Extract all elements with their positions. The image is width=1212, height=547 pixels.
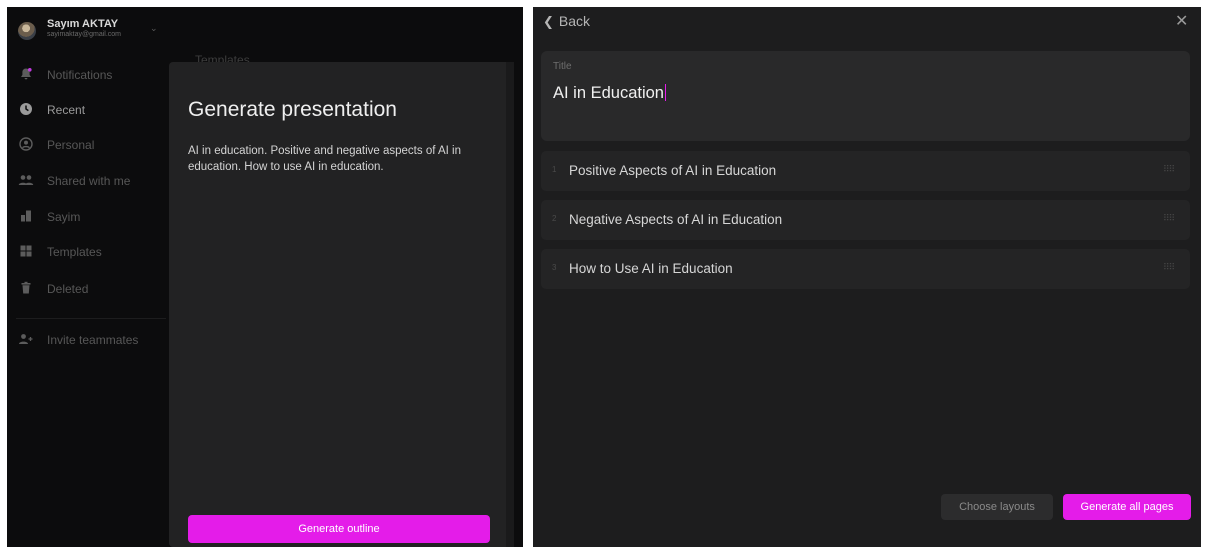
sidebar-item-invite-teammates[interactable]: Invite teammates: [7, 326, 165, 354]
sidebar-divider: [16, 318, 166, 319]
title-caption: Title: [553, 61, 572, 72]
drag-handle-icon[interactable]: ⠿⠿: [1163, 262, 1175, 273]
sidebar-item-sayim[interactable]: Sayim: [7, 203, 165, 231]
title-input[interactable]: AI in Education: [553, 84, 666, 103]
sidebar-item-label: Notifications: [47, 68, 113, 82]
back-label: Back: [558, 13, 591, 29]
sidebar-item-shared-with-me[interactable]: Shared with me: [7, 167, 165, 195]
outline-item-text[interactable]: Positive Aspects of AI in Education: [569, 163, 776, 178]
sidebar-item-personal[interactable]: Personal: [7, 131, 165, 159]
building-icon: [18, 209, 34, 225]
back-button[interactable]: ❮ Back: [543, 13, 590, 30]
profile-switcher[interactable]: Sayım AKTAY sayimaktay@gmail.com ⌄: [7, 7, 165, 47]
user-name: Sayım AKTAY: [47, 18, 119, 30]
outline-item-number: 2: [552, 214, 557, 223]
drag-handle-icon[interactable]: ⠿⠿: [1163, 164, 1175, 175]
sidebar-item-label: Sayim: [47, 210, 81, 224]
text-caret: [665, 84, 666, 101]
outline-item-number: 1: [552, 165, 557, 174]
right-app-window: ❮ Back ✕ Title AI in Education 1 Positive…: [533, 7, 1201, 547]
scrollbar[interactable]: [506, 62, 514, 547]
left-app-window: Sayım AKTAY sayimaktay@gmail.com ⌄ Notif…: [7, 7, 523, 547]
close-icon[interactable]: ✕: [1175, 11, 1188, 31]
chevron-left-icon: ❮: [543, 14, 554, 29]
outline-item-number: 3: [552, 263, 557, 272]
outline-item[interactable]: 3 How to Use AI in Education ⠿⠿: [541, 249, 1190, 289]
users-icon: [18, 173, 34, 189]
generate-presentation-dialog: Generate presentation AI in education. P…: [169, 62, 514, 547]
trash-icon: [18, 281, 34, 297]
sidebar-item-notifications[interactable]: Notifications: [7, 61, 165, 89]
user-circle-icon: [18, 137, 34, 153]
generate-outline-button[interactable]: Generate outline: [188, 515, 490, 543]
user-email: sayimaktay@gmail.com: [47, 31, 122, 38]
outline-item-text[interactable]: Negative Aspects of AI in Education: [569, 212, 782, 227]
dialog-title: Generate presentation: [188, 98, 397, 121]
grid-icon: [18, 244, 34, 260]
outline-item[interactable]: 2 Negative Aspects of AI in Education ⠿⠿: [541, 200, 1190, 240]
chevron-down-icon: ⌄: [150, 23, 158, 33]
outline-item[interactable]: 1 Positive Aspects of AI in Education ⠿⠿: [541, 151, 1190, 191]
bell-icon: [18, 67, 34, 83]
generate-all-pages-button[interactable]: Generate all pages: [1063, 494, 1191, 520]
user-plus-icon: [18, 332, 34, 348]
sidebar-item-templates[interactable]: Templates: [7, 238, 165, 266]
title-card: Title AI in Education: [541, 51, 1190, 141]
avatar: [18, 22, 36, 40]
sidebar-item-deleted[interactable]: Deleted: [7, 275, 165, 303]
sidebar: Sayım AKTAY sayimaktay@gmail.com ⌄ Notif…: [7, 7, 166, 547]
sidebar-item-label: Shared with me: [47, 174, 131, 188]
outline-item-text[interactable]: How to Use AI in Education: [569, 261, 733, 276]
sidebar-item-label: Invite teammates: [47, 333, 139, 347]
sidebar-item-label: Personal: [47, 138, 95, 152]
drag-handle-icon[interactable]: ⠿⠿: [1163, 213, 1175, 224]
sidebar-item-recent[interactable]: Recent: [7, 96, 165, 124]
sidebar-item-label: Templates: [47, 245, 102, 259]
title-value: AI in Education: [553, 84, 664, 102]
choose-layouts-button[interactable]: Choose layouts: [941, 494, 1053, 520]
clock-icon: [18, 102, 34, 118]
sidebar-item-label: Recent: [47, 103, 86, 117]
prompt-textarea[interactable]: AI in education. Positive and negative a…: [188, 143, 498, 175]
sidebar-item-label: Deleted: [47, 282, 89, 296]
